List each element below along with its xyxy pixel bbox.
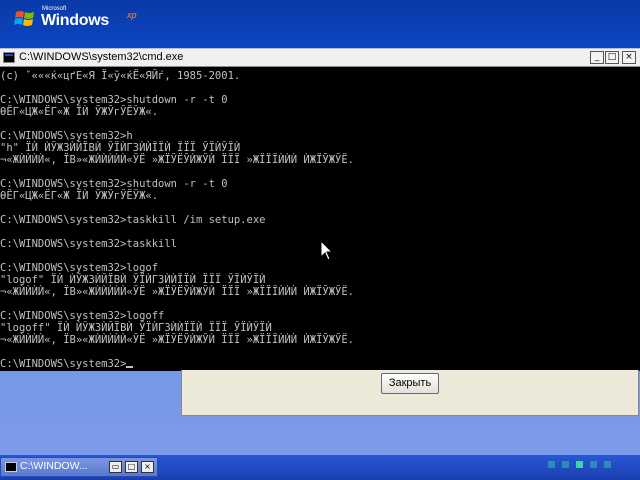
- setup-progress-indicator: [548, 461, 618, 469]
- dialog-close-button[interactable]: Закрыть: [381, 373, 439, 394]
- console-line: ѲЁГ«ЦЖ«ЁГ«Ж ЇЍ ЎЖЎгЎЁЎЖ«.: [0, 190, 159, 202]
- console-line: ¬«ЖЍЍЍЍ«, ЇВ»«ЖЍЍЍЍЍ«ЎЁ »ЖЇЎЁЎЍЖЎЍ ЇЇЇ »…: [0, 154, 355, 166]
- text-cursor: [126, 366, 134, 368]
- taskbar-restore-button[interactable]: ▭: [109, 461, 122, 473]
- console-line: C:\WINDOWS\system32>shutdown -r -t 0: [0, 94, 228, 106]
- progress-dot: [590, 461, 597, 468]
- console-line: ¬«ЖЍЍЍЍ«, ЇВ»«ЖЍЍЍЍЍ«ЎЁ »ЖЇЎЁЎЍЖЎЍ ЇЇЇ »…: [0, 334, 355, 346]
- console-line: C:\WINDOWS\system32>: [0, 358, 640, 370]
- minimize-button[interactable]: _: [590, 51, 604, 64]
- cmd-titlebar[interactable]: C:\WINDOWS\system32\cmd.exe _ □ ×: [0, 49, 640, 67]
- console-line: C:\WINDOWS\system32>logoff: [0, 310, 165, 322]
- console-line: C:\WINDOWS\system32>taskkill /im setup.e…: [0, 214, 266, 226]
- taskbar: C:\WINDOW... ▭ □ ×: [0, 455, 640, 480]
- cmd-console-output[interactable]: (c) ˇ«««ќ«цґЕ«Я Ї«ў«ќЁ«ЯЙѓ, 1985-2001. C:…: [0, 68, 640, 371]
- progress-dot: [548, 461, 555, 468]
- windows-xp-logo: Microsoft Windows xp: [14, 4, 144, 34]
- console-line: C:\WINDOWS\system32>logof: [0, 262, 159, 274]
- taskbar-maximize-button[interactable]: □: [125, 461, 138, 473]
- windows-flag-icon: [14, 11, 34, 26]
- console-line: "logof" ЇЍ ЍЎЖЗЍЙЇВЍ ЎЇЍГЗЍЍЇЇЍ ЇЇЇ ЎЇЍЎ…: [0, 274, 266, 286]
- logo-xp-text: xp: [127, 10, 137, 20]
- setup-dialog: Закрыть: [181, 370, 639, 416]
- console-line: C:\WINDOWS\system32>shutdown -r -t 0: [0, 178, 228, 190]
- logo-windows-text: Windows: [41, 12, 109, 29]
- maximize-button[interactable]: □: [605, 51, 619, 64]
- close-button[interactable]: ×: [622, 51, 636, 64]
- console-line: ¬«ЖЍЍЍЍ«, ЇВ»«ЖЍЍЍЍЍ«ЎЁ »ЖЇЎЁЎЍЖЎЍ ЇЇЇ »…: [0, 286, 355, 298]
- taskbar-item-cmd[interactable]: C:\WINDOW... ▭ □ ×: [0, 457, 158, 477]
- progress-dot: [562, 461, 569, 468]
- console-line: "h" ЇЍ ЍЎЖЗЍЙЇВЍ ЎЇЍГЗЍЍЇЇЍ ЇЇЇ ЎЇЍЎЇЍ: [0, 142, 241, 154]
- progress-dot: [576, 461, 583, 468]
- console-line: (c) ˇ«««ќ«цґЕ«Я Ї«ў«ќЁ«ЯЙѓ, 1985-2001.: [0, 70, 241, 82]
- taskbar-close-button[interactable]: ×: [141, 461, 154, 473]
- console-line: C:\WINDOWS\system32>h: [0, 130, 133, 142]
- cmd-app-icon[interactable]: [3, 52, 15, 63]
- mouse-pointer-icon: [320, 240, 334, 261]
- taskbar-item-title: C:\WINDOW...: [20, 460, 88, 472]
- console-line: "logoff" ЇЍ ЍЎЖЗЍЙЇВЍ ЎЇЍГЗЍЍЇЇЍ ЇЇЇ ЎЇЍ…: [0, 322, 272, 334]
- console-line: ѲЁГ«ЦЖ«ЁГ«Ж ЇЍ ЎЖЎгЎЁЎЖ«.: [0, 106, 159, 118]
- cmd-window[interactable]: C:\WINDOWS\system32\cmd.exe _ □ × (c) ˇ«…: [0, 48, 640, 371]
- progress-dot: [604, 461, 611, 468]
- cmd-window-title: C:\WINDOWS\system32\cmd.exe: [19, 51, 184, 63]
- cmd-taskbar-icon: [5, 462, 17, 472]
